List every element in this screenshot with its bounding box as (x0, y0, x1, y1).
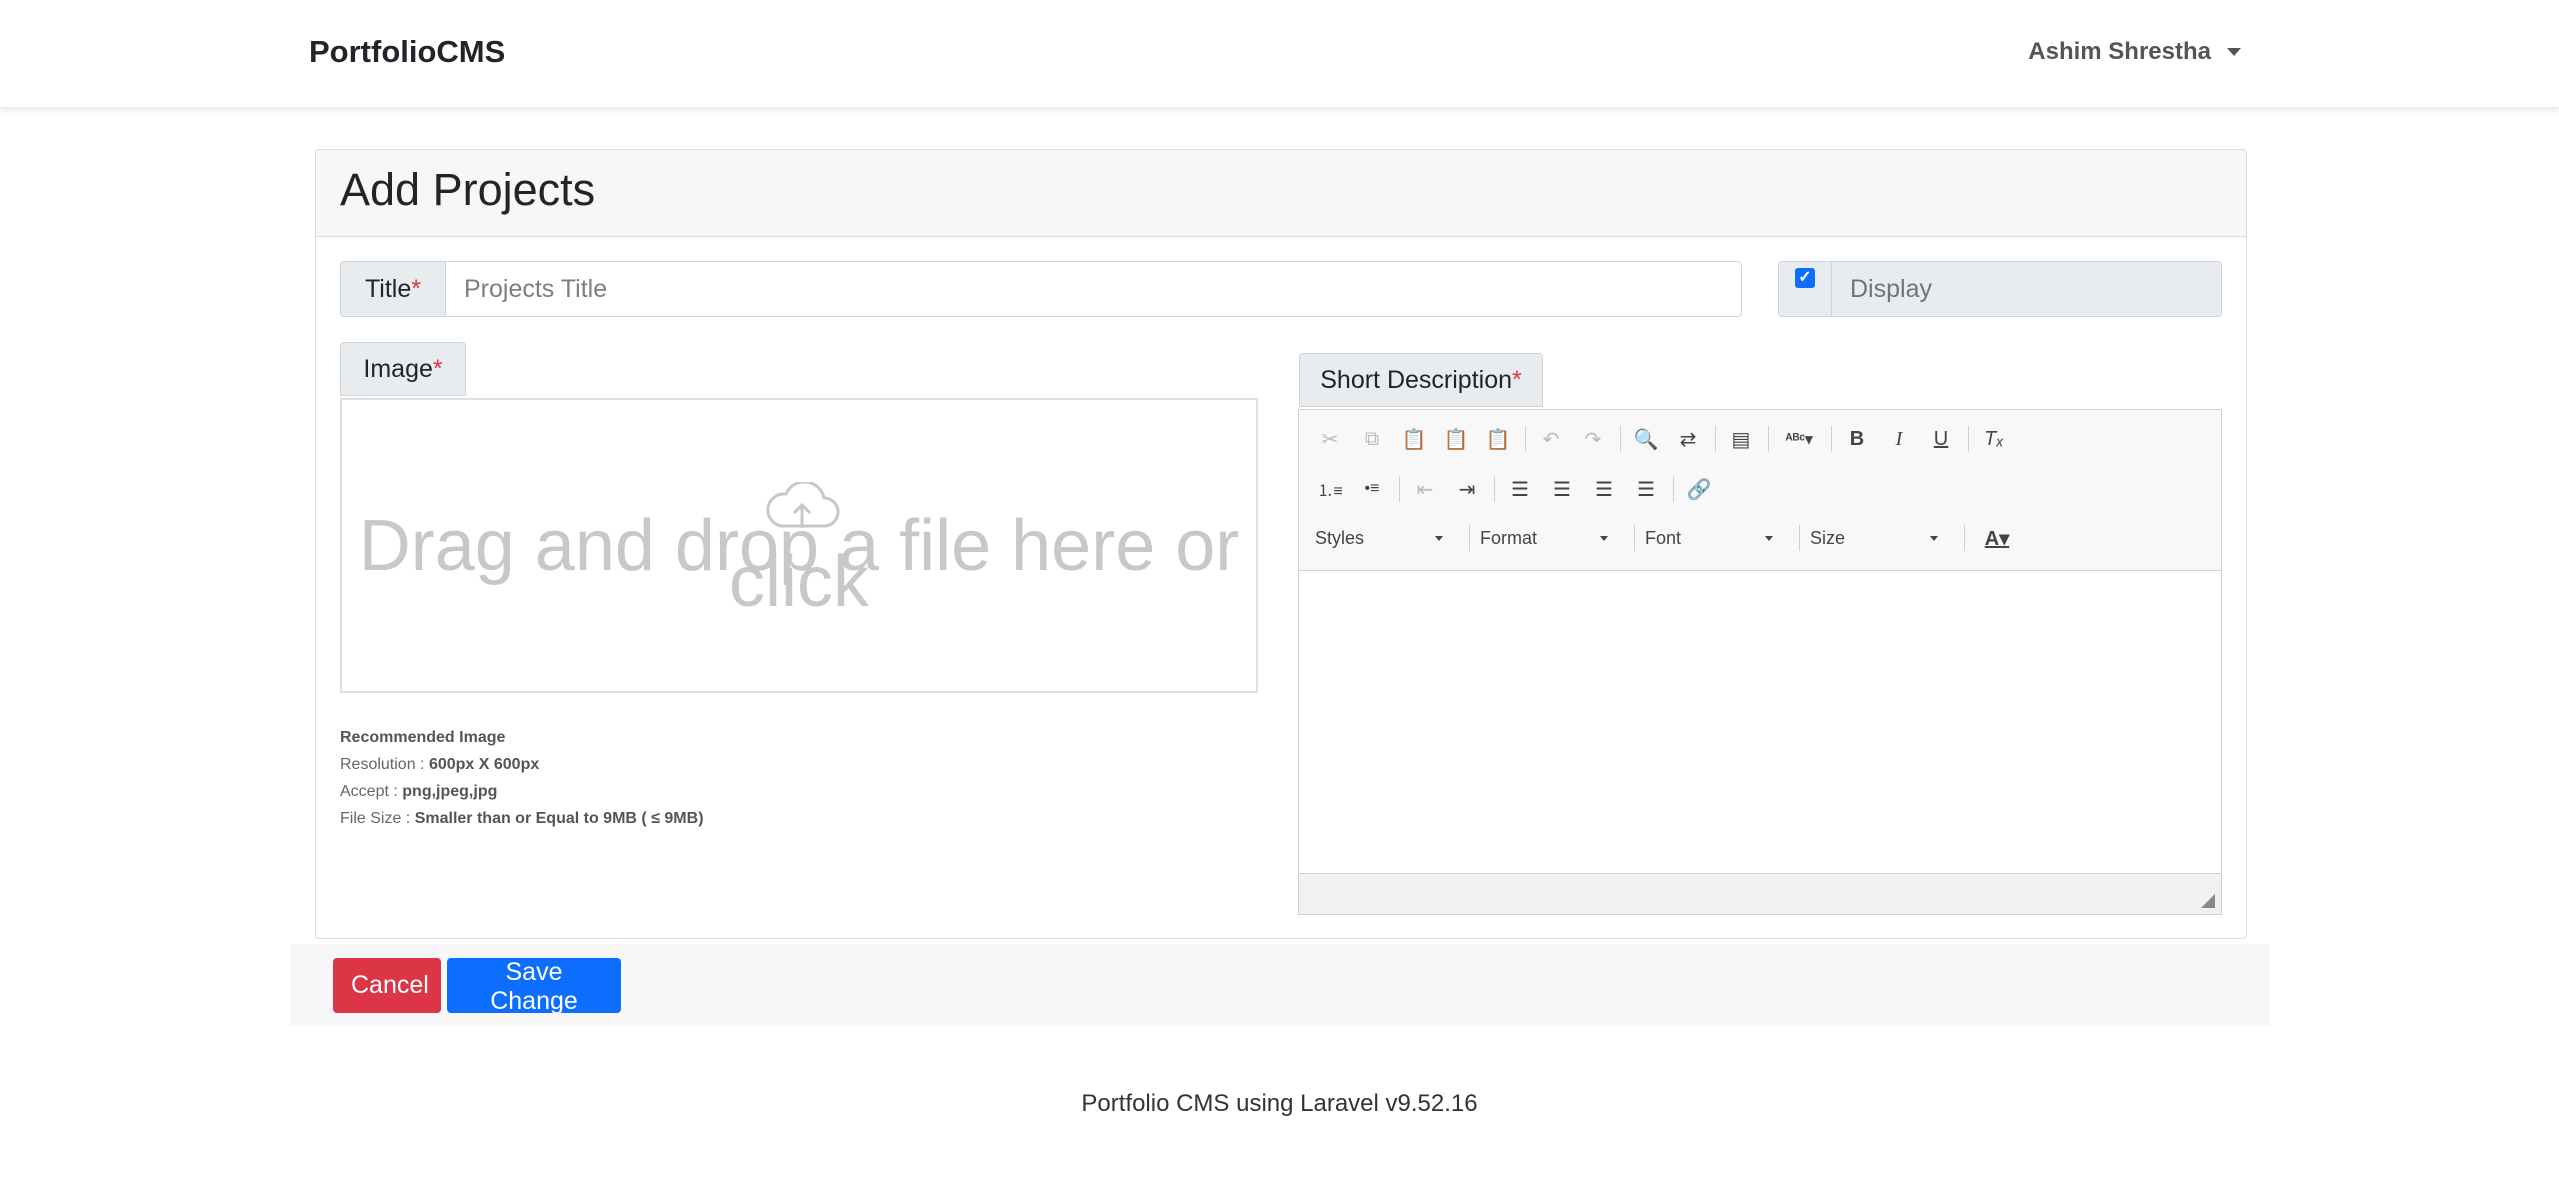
toolbar-row-1: ✂ ⧉ 📋 📋 📋 ↶ ↷ 🔍 ⇄ ▤ ᴬᴮᶜ▾ B I U Tₓ (1315, 424, 2021, 454)
title-label-text: Title (364, 274, 412, 303)
paste-word-icon[interactable]: 📋 (1483, 424, 1513, 454)
dropdown-arrow-icon (1765, 535, 1773, 541)
rich-text-editor: ✂ ⧉ 📋 📋 📋 ↶ ↷ 🔍 ⇄ ▤ ᴬᴮᶜ▾ B I U Tₓ ⒈≡ •≡ … (1298, 409, 2222, 915)
required-mark: * (411, 274, 422, 303)
image-label-text: Image (363, 354, 433, 383)
editor-toolbar: ✂ ⧉ 📋 📋 📋 ↶ ↷ 🔍 ⇄ ▤ ᴬᴮᶜ▾ B I U Tₓ ⒈≡ •≡ … (1299, 410, 2221, 571)
justify-icon[interactable]: ☰ (1631, 474, 1661, 504)
display-input-group: ✓ Display (1778, 261, 2222, 317)
text-color-icon[interactable]: A▾ (1975, 523, 2019, 553)
select-all-icon[interactable]: ▤ (1726, 424, 1756, 454)
dropdown-arrow-icon (1600, 535, 1608, 541)
size-value: Smaller than or Equal to 9MB ( ≤ 9MB) (414, 810, 704, 827)
accept-value: png,jpeg,jpg (402, 783, 498, 800)
caret-down-icon (2227, 48, 2241, 56)
toolbar-separator (1494, 476, 1495, 502)
find-icon[interactable]: 🔍 (1631, 424, 1661, 454)
resize-handle-icon[interactable] (2201, 894, 2215, 908)
image-recommendations: Recommended Image Resolution : 600px X 6… (340, 724, 704, 832)
short-description-label: Short Description * (1299, 353, 1543, 407)
title-input[interactable] (446, 261, 1742, 317)
styles-label: Styles (1315, 527, 1365, 548)
toolbar-separator (1831, 426, 1832, 452)
toolbar-row-2: ⒈≡ •≡ ⇤ ⇥ ☰ ☰ ☰ ☰ 🔗 (1315, 474, 1726, 504)
title-label: Title * (340, 261, 446, 317)
form-actions: Cancel Save Change (290, 944, 2270, 1026)
user-menu-dropdown[interactable]: Ashim Shrestha (2028, 38, 2241, 66)
resolution-label: Resolution : (340, 756, 425, 773)
underline-icon[interactable]: U (1926, 424, 1956, 454)
paste-icon[interactable]: 📋 (1399, 424, 1429, 454)
replace-icon[interactable]: ⇄ (1673, 424, 1703, 454)
short-description-label-text: Short Description (1320, 365, 1512, 394)
required-mark: * (432, 354, 443, 383)
display-checkbox[interactable]: ✓ (1795, 268, 1815, 288)
size-label: File Size : (340, 810, 411, 827)
align-center-icon[interactable]: ☰ (1547, 474, 1577, 504)
size-label: Size (1810, 527, 1846, 548)
align-left-icon[interactable]: ☰ (1505, 474, 1535, 504)
resolution-value: 600px X 600px (428, 756, 540, 773)
styles-dropdown[interactable]: Styles (1315, 523, 1451, 553)
toolbar-separator (1634, 525, 1635, 551)
resolution-note: Resolution : 600px X 600px (340, 751, 704, 778)
title-input-group: Title * (340, 261, 1742, 317)
align-right-icon[interactable]: ☰ (1589, 474, 1619, 504)
page-footer: Portfolio CMS using Laravel v9.52.16 (1081, 1090, 1478, 1117)
spellcheck-icon[interactable]: ᴬᴮᶜ▾ (1779, 424, 1819, 454)
remove-format-icon[interactable]: Tₓ (1979, 424, 2009, 454)
accept-note: Accept : png,jpeg,jpg (340, 778, 704, 805)
toolbar-separator (1799, 525, 1800, 551)
paste-text-icon[interactable]: 📋 (1441, 424, 1471, 454)
toolbar-separator (1620, 426, 1621, 452)
font-label: Font (1645, 527, 1682, 548)
dropdown-arrow-icon (1930, 535, 1938, 541)
image-label: Image * (340, 342, 466, 396)
dropdown-arrow-icon (1435, 535, 1443, 541)
check-icon: ✓ (1798, 269, 1812, 286)
editor-content-area[interactable] (1299, 571, 2221, 871)
display-checkbox-wrapper: ✓ (1778, 261, 1832, 317)
redo-icon[interactable]: ↷ (1578, 424, 1608, 454)
undo-icon[interactable]: ↶ (1536, 424, 1566, 454)
add-project-card: Add Projects Title* ✓ Display Image* Dra… (315, 149, 2247, 939)
size-note: File Size : Smaller than or Equal to 9MB… (340, 805, 704, 832)
recommend-heading: Recommended Image (340, 729, 506, 746)
toolbar-separator (1768, 426, 1769, 452)
copy-icon[interactable]: ⧉ (1357, 424, 1387, 454)
format-label: Format (1480, 527, 1538, 548)
format-dropdown[interactable]: Format (1480, 523, 1616, 553)
card-header: Add Projects (316, 150, 2246, 237)
display-label: Display (1832, 261, 2222, 317)
toolbar-separator (1399, 476, 1400, 502)
image-dropzone[interactable]: Drag and drop a file here or click (340, 398, 1258, 693)
italic-icon[interactable]: I (1884, 424, 1914, 454)
toolbar-row-3: Styles Format Font Size A▾ (1315, 523, 2031, 553)
required-mark: * (1512, 365, 1522, 394)
bulleted-list-icon[interactable]: •≡ (1357, 474, 1387, 504)
toolbar-separator (1968, 426, 1969, 452)
editor-status-bar (1299, 873, 2221, 914)
indent-icon[interactable]: ⇥ (1452, 474, 1482, 504)
toolbar-separator (1715, 426, 1716, 452)
outdent-icon[interactable]: ⇤ (1410, 474, 1440, 504)
page-title: Add Projects (340, 164, 596, 215)
user-name: Ashim Shrestha (2028, 38, 2211, 65)
toolbar-separator (1469, 525, 1470, 551)
size-dropdown[interactable]: Size (1810, 523, 1946, 553)
accept-label: Accept : (340, 783, 398, 800)
numbered-list-icon[interactable]: ⒈≡ (1315, 474, 1345, 504)
cut-icon[interactable]: ✂ (1315, 424, 1345, 454)
bold-icon[interactable]: B (1842, 424, 1872, 454)
toolbar-separator (1525, 426, 1526, 452)
toolbar-separator (1964, 525, 1965, 551)
top-navbar: PortfolioCMS Ashim Shrestha (0, 0, 2559, 108)
save-change-button[interactable]: Save Change (447, 958, 621, 1015)
link-icon[interactable]: 🔗 (1684, 474, 1714, 504)
font-dropdown[interactable]: Font (1645, 523, 1781, 553)
brand-logo[interactable]: PortfolioCMS (309, 34, 505, 70)
toolbar-separator (1673, 476, 1674, 502)
cancel-button[interactable]: Cancel (333, 958, 441, 1013)
dropzone-text: Drag and drop a file here or click (358, 506, 1240, 622)
